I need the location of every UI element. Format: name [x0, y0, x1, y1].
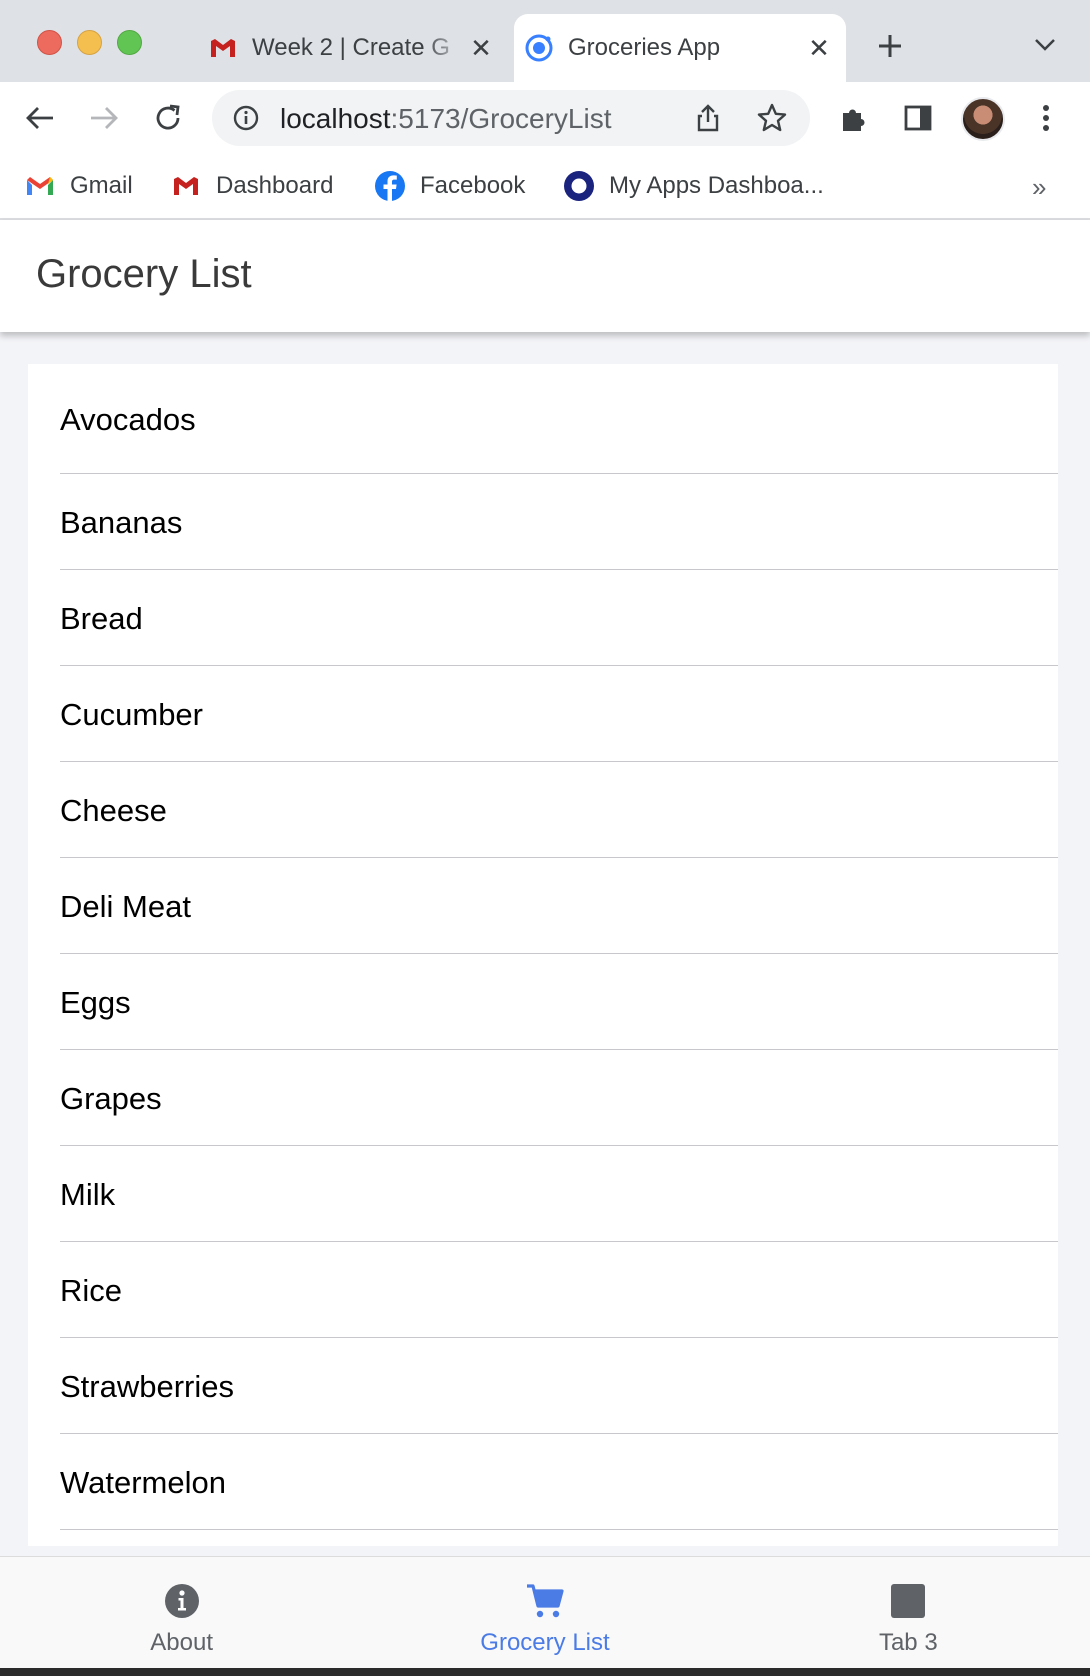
list-item[interactable]: Cucumber — [60, 666, 1058, 762]
bottom-tab-bar: About Grocery List Tab 3 — [0, 1556, 1090, 1676]
site-info-icon[interactable] — [232, 104, 260, 132]
bookmark-label: Facebook — [420, 172, 526, 199]
tab-label: Grocery List — [480, 1629, 610, 1656]
bookmark-facebook[interactable]: Facebook — [374, 164, 525, 208]
tab-3[interactable]: Tab 3 — [727, 1557, 1090, 1676]
tab-about[interactable]: About — [0, 1557, 363, 1676]
item-label: Bananas — [60, 504, 183, 540]
list-item[interactable]: Cheese — [60, 762, 1058, 858]
app-header: Grocery List — [0, 220, 1090, 332]
tab-grocery-list[interactable]: Grocery List — [363, 1557, 726, 1676]
gmail-icon — [24, 170, 56, 202]
list-item[interactable]: Avocados — [60, 364, 1058, 474]
browser-tab-groceries[interactable]: Groceries App ✕ — [514, 14, 846, 82]
share-icon[interactable] — [692, 102, 724, 134]
tab-label: Tab 3 — [878, 1629, 938, 1656]
bookmark-dashboard[interactable]: Dashboard — [170, 164, 333, 208]
browser-tab-strip: Week 2 | Create G ✕ Groceries App ✕ — [0, 0, 1090, 82]
item-label: Milk — [60, 1176, 116, 1212]
forward-arrow-icon[interactable] — [84, 98, 124, 138]
item-label: Deli Meat — [60, 888, 191, 924]
list-item[interactable]: Bananas — [60, 474, 1058, 570]
grocery-list: Avocados Bananas Bread Cucumber Cheese D… — [28, 364, 1058, 1546]
window-minimize-button[interactable] — [77, 30, 102, 55]
list-item[interactable]: Deli Meat — [60, 858, 1058, 954]
window-close-button[interactable] — [37, 30, 62, 55]
url-text: localhost:5173/GroceryList — [280, 103, 612, 134]
bookmark-gmail[interactable]: Gmail — [24, 164, 133, 208]
square-icon — [888, 1581, 928, 1621]
list-item[interactable]: Milk — [60, 1146, 1058, 1242]
item-label: Watermelon — [60, 1464, 226, 1500]
profile-avatar[interactable] — [961, 97, 1005, 141]
facebook-icon — [374, 170, 406, 202]
gmail-icon — [208, 33, 238, 63]
page-title: Grocery List — [36, 252, 252, 296]
item-label: Strawberries — [60, 1368, 234, 1404]
extensions-puzzle-icon[interactable] — [834, 98, 874, 138]
list-item[interactable]: Watermelon — [60, 1434, 1058, 1530]
back-arrow-icon[interactable] — [20, 98, 60, 138]
okta-icon — [563, 170, 595, 202]
reload-icon[interactable] — [148, 98, 188, 138]
close-tab-icon[interactable]: ✕ — [804, 33, 834, 63]
bookmark-my-apps-dashboard[interactable]: My Apps Dashboa... — [563, 164, 824, 208]
browser-toolbar: localhost:5173/GroceryList — [0, 82, 1090, 154]
more-bookmarks-chevron-icon[interactable]: » — [1032, 172, 1046, 203]
cart-icon — [525, 1581, 565, 1621]
content-area: Avocados Bananas Bread Cucumber Cheese D… — [0, 332, 1090, 1556]
item-label: Grapes — [60, 1080, 162, 1116]
list-item[interactable]: Strawberries — [60, 1338, 1058, 1434]
more-menu-icon[interactable] — [1026, 98, 1066, 138]
list-item[interactable]: Grapes — [60, 1050, 1058, 1146]
tab-title: Groceries App — [568, 34, 721, 61]
list-item[interactable]: Bread — [60, 570, 1058, 666]
bookmark-label: Dashboard — [216, 172, 334, 199]
close-tab-icon[interactable]: ✕ — [466, 33, 496, 63]
tab-label: About — [150, 1629, 214, 1656]
list-item[interactable]: Rice — [60, 1242, 1058, 1338]
bookmark-label: My Apps Dashboa... — [609, 172, 824, 199]
bookmark-star-icon[interactable] — [756, 102, 788, 134]
chevron-down-icon[interactable] — [1030, 30, 1060, 60]
item-label: Rice — [60, 1272, 123, 1308]
gmail-icon — [170, 170, 202, 202]
bookmarks-bar: Gmail Dashboard Facebook My Apps Dashboa… — [0, 154, 1090, 220]
item-label: Bread — [60, 600, 143, 636]
address-bar[interactable]: localhost:5173/GroceryList — [212, 90, 810, 146]
bookmark-label: Gmail — [70, 172, 133, 199]
browser-tab-week2[interactable]: Week 2 | Create G ✕ — [198, 14, 508, 82]
new-tab-icon[interactable] — [870, 26, 910, 66]
info-icon — [162, 1581, 202, 1621]
item-label: Cheese — [60, 792, 167, 828]
item-label: Cucumber — [60, 696, 203, 732]
window-bottom-edge — [0, 1668, 1090, 1676]
tab-title: Week 2 | Create G — [252, 34, 450, 61]
side-panel-icon[interactable] — [898, 98, 938, 138]
item-label: Eggs — [60, 984, 131, 1020]
window-zoom-button[interactable] — [117, 30, 142, 55]
ionic-icon — [524, 33, 554, 63]
item-label: Avocados — [60, 401, 196, 437]
list-item[interactable]: Eggs — [60, 954, 1058, 1050]
